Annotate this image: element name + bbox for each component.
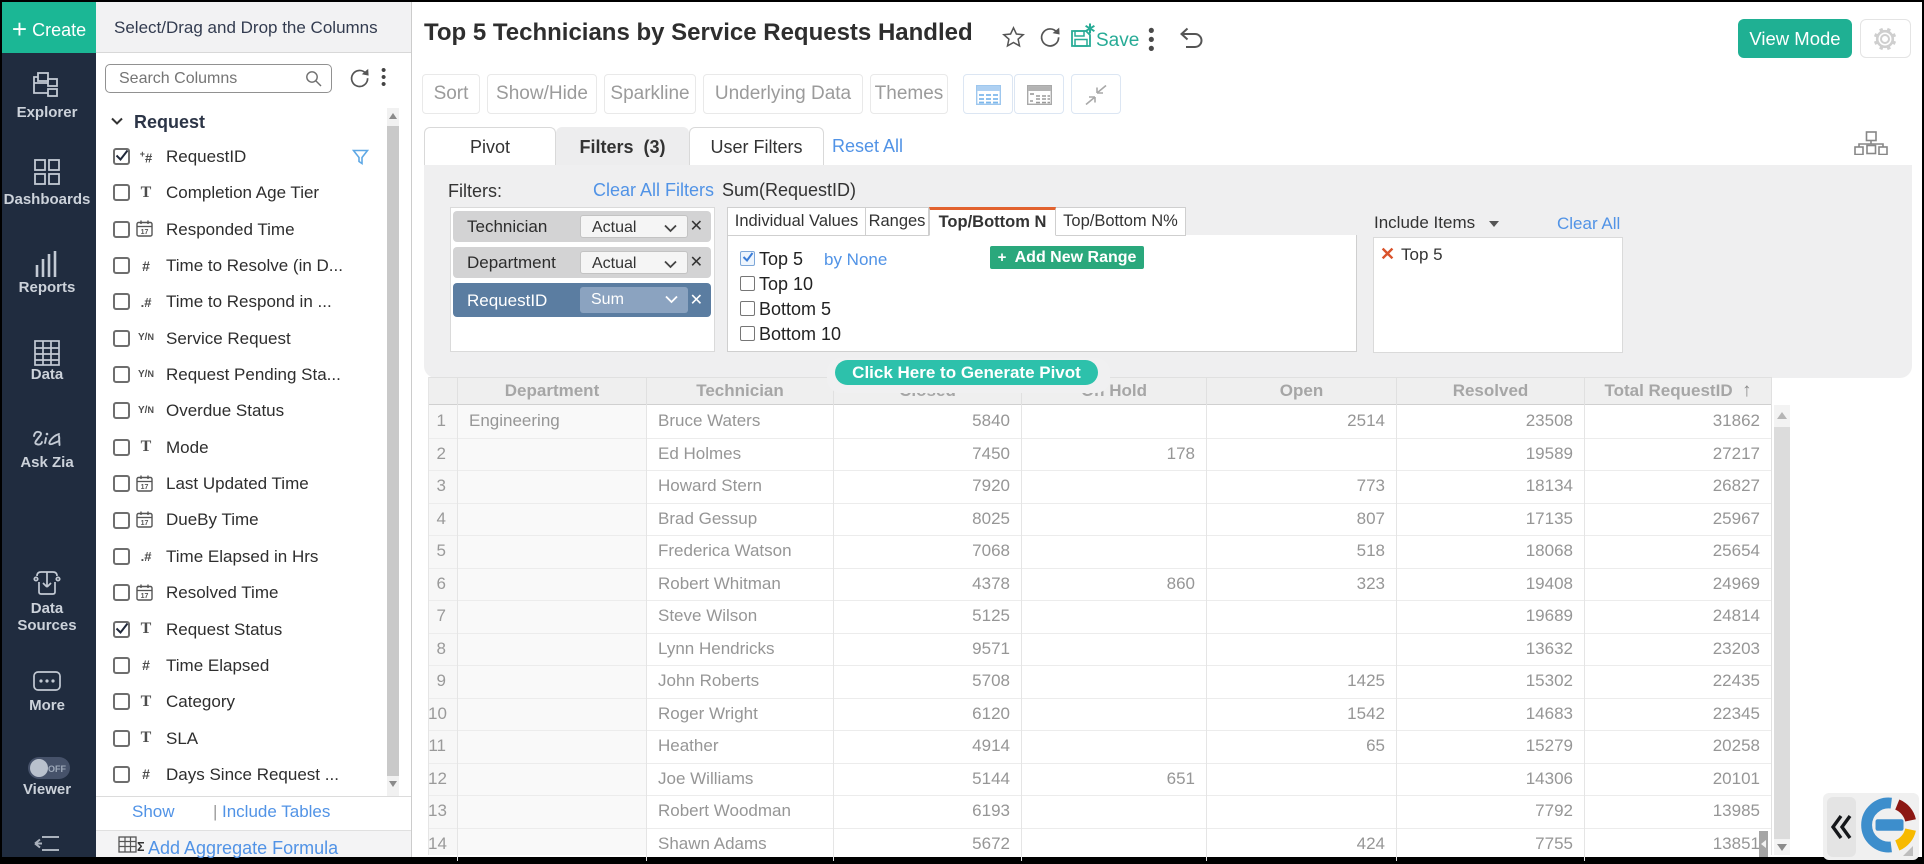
svg-text:17: 17 xyxy=(141,520,149,527)
svg-text:17: 17 xyxy=(141,593,149,600)
svg-text:17: 17 xyxy=(141,229,149,236)
svg-text:17: 17 xyxy=(141,484,149,491)
svg-text:Σ: Σ xyxy=(137,839,144,853)
